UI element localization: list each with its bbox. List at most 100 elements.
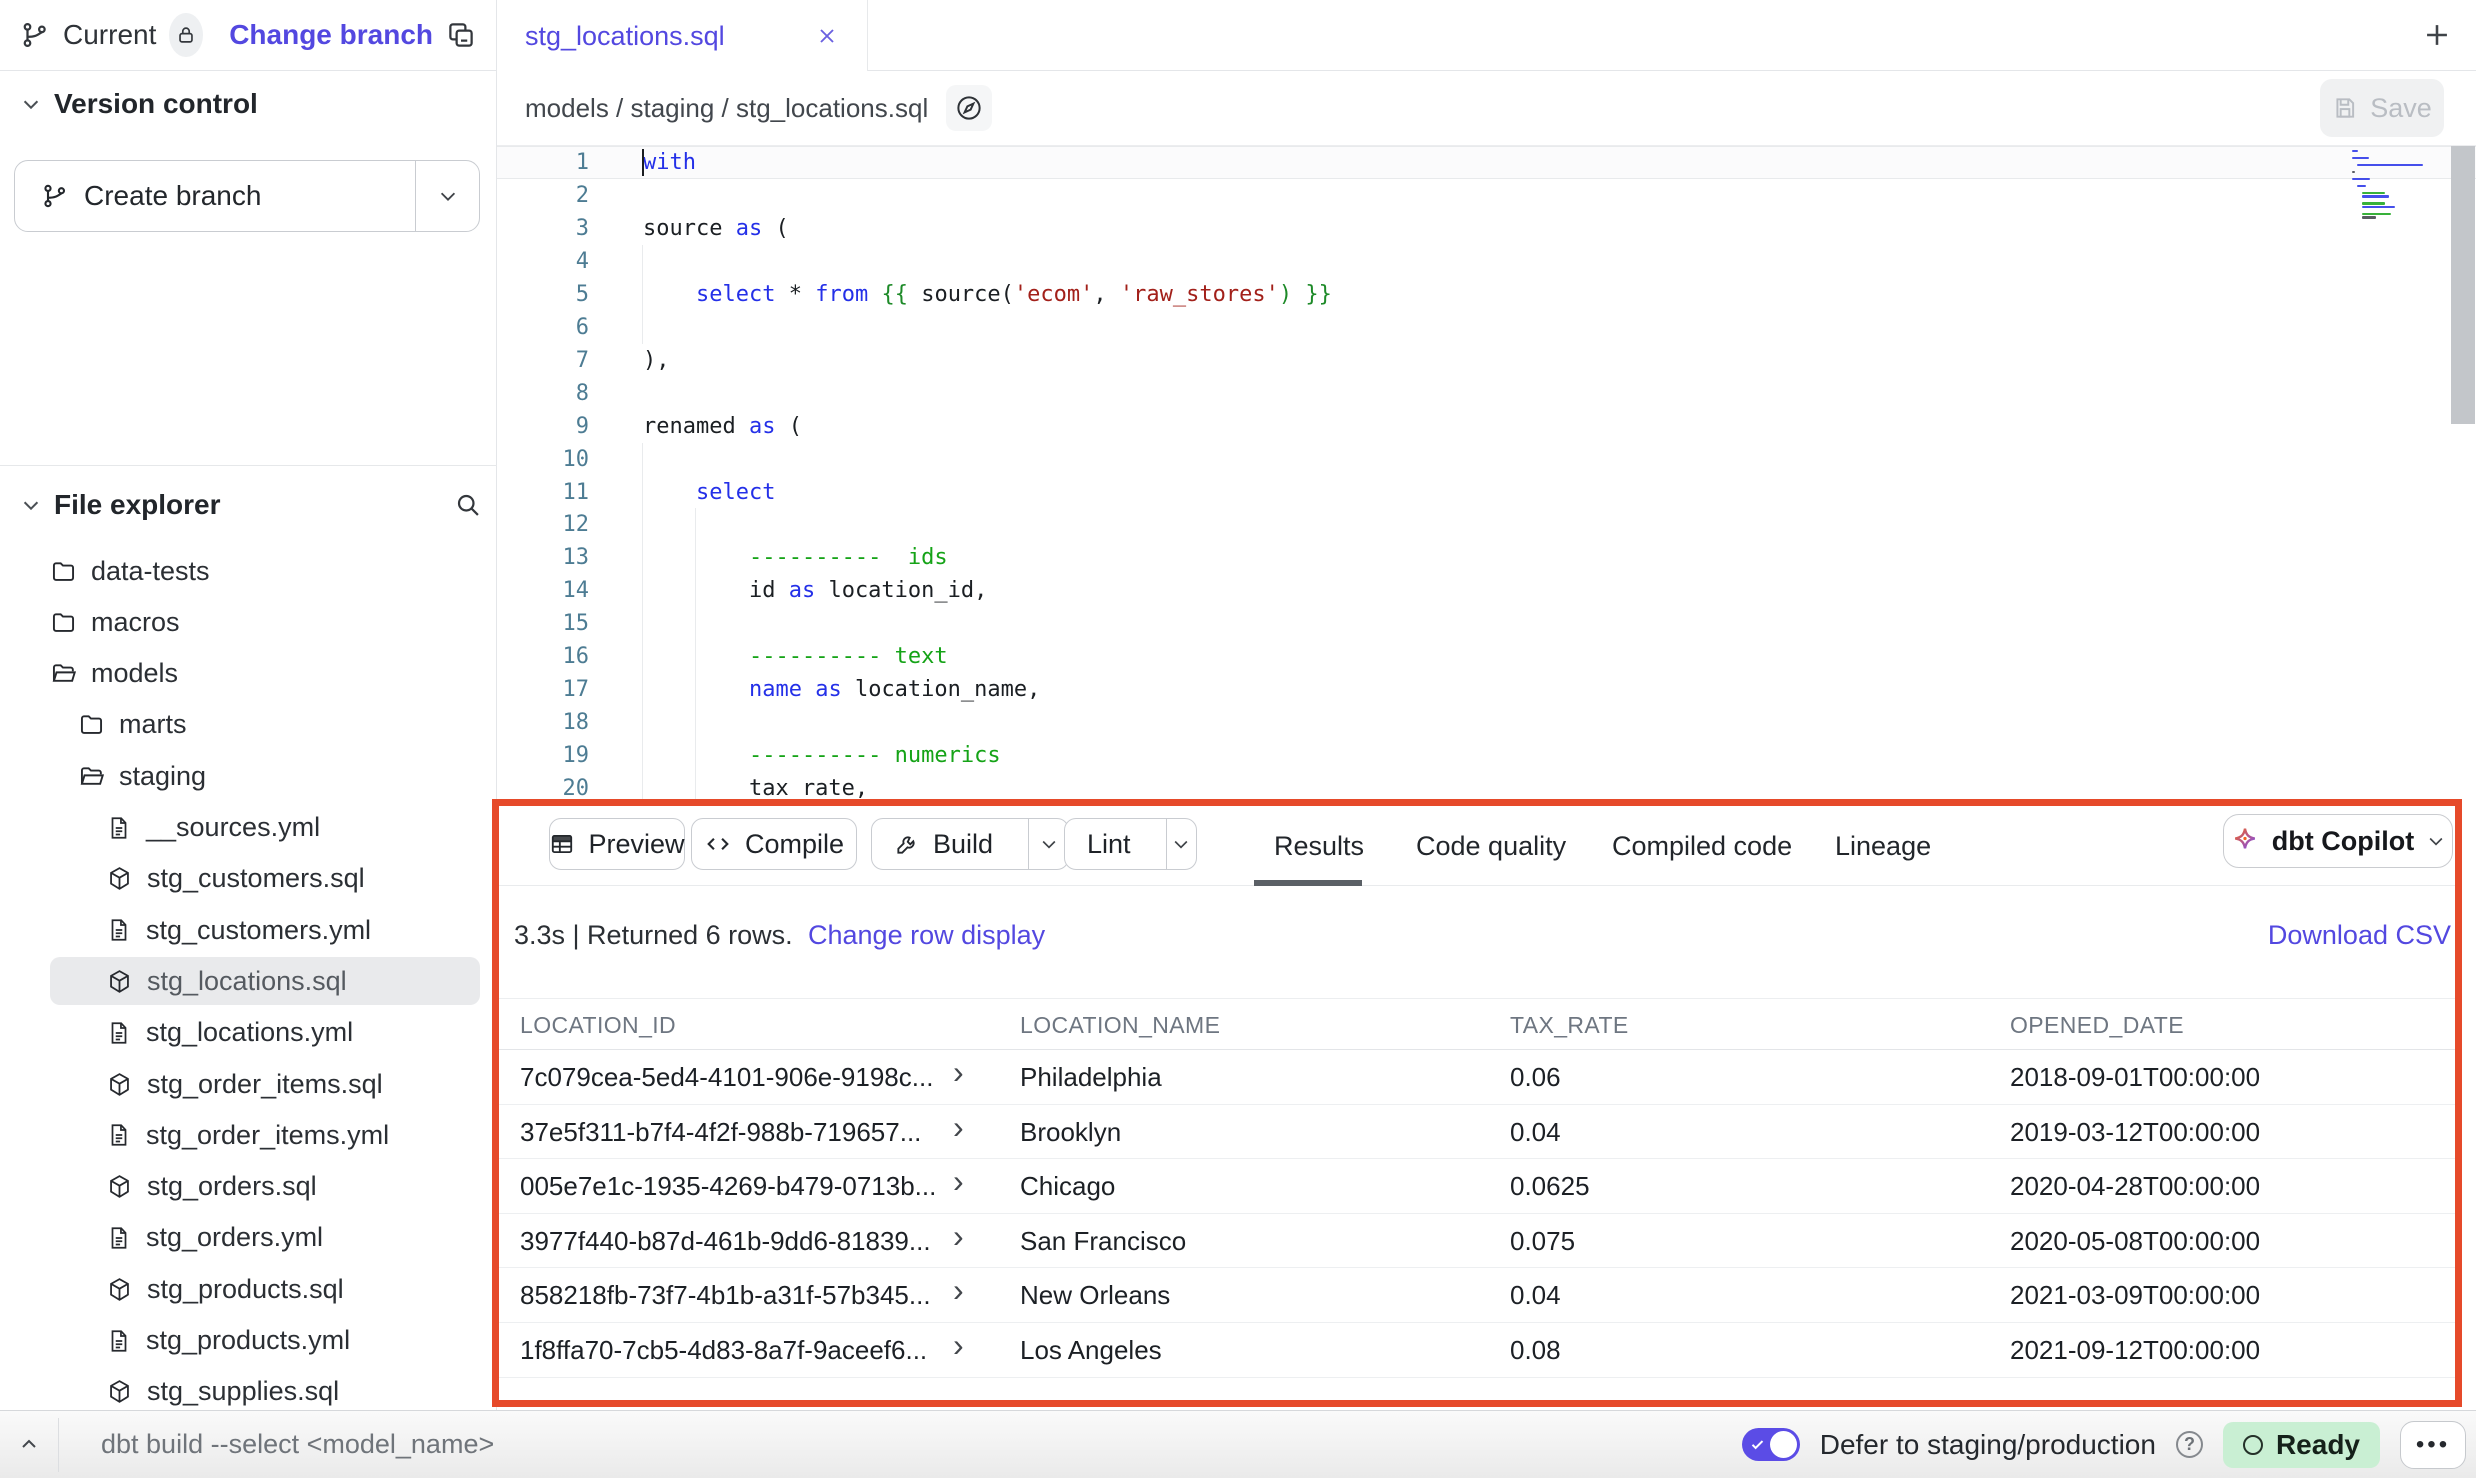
code-line-9[interactable]: 9renamed as ( — [497, 410, 2476, 443]
row-expand-chevron-icon[interactable]: › — [953, 1045, 964, 1100]
preview-button[interactable]: Preview — [549, 818, 685, 870]
column-header-tax_rate[interactable]: TAX_RATE — [1510, 999, 1629, 1051]
chevron-up-icon[interactable] — [0, 1433, 58, 1457]
file-tree-item-marts[interactable]: marts — [50, 701, 480, 749]
code-line-3[interactable]: 3source as ( — [497, 212, 2476, 245]
column-header-location_name[interactable]: LOCATION_NAME — [1020, 999, 1220, 1051]
code-text: renamed as ( — [643, 410, 802, 443]
code-line-13[interactable]: 13 ---------- ids — [497, 541, 2476, 574]
code-line-11[interactable]: 11 select — [497, 476, 2476, 509]
build-button[interactable]: Build — [871, 818, 1069, 870]
column-header-opened_date[interactable]: OPENED_DATE — [2010, 999, 2184, 1051]
file-tree-item-models[interactable]: models — [50, 650, 480, 698]
table-row[interactable]: 858218fb-73f7-4b1b-a31f-57b345...New Orl… — [499, 1268, 2455, 1323]
folder-icon — [78, 711, 105, 738]
tab-lineage[interactable]: Lineage — [1835, 806, 1931, 886]
compile-button[interactable]: Compile — [691, 818, 857, 870]
table-cell: Los Angeles — [1020, 1323, 1162, 1378]
version-control-section-header[interactable]: Version control — [20, 88, 258, 120]
code-line-6[interactable]: 6 — [497, 311, 2476, 344]
row-expand-chevron-icon[interactable]: › — [953, 1100, 964, 1155]
file-tree-item-stg-locations-sql[interactable]: stg_locations.sql — [50, 957, 480, 1005]
copy-icon[interactable] — [446, 20, 476, 50]
file-tree-item-data-tests[interactable]: data-tests — [50, 547, 480, 595]
table-row[interactable]: 1f8ffa70-7cb5-4d83-8a7f-9aceef6...Los An… — [499, 1323, 2455, 1378]
code-line-12[interactable]: 12 — [497, 508, 2476, 541]
table-cell: 2018-09-01T00:00:00 — [2010, 1050, 2260, 1105]
ellipsis-menu-button[interactable]: ••• — [2400, 1421, 2466, 1469]
code-editor[interactable]: 1with23source as (45 select * from {{ so… — [497, 146, 2476, 805]
change-row-display-link[interactable]: Change row display — [808, 902, 1045, 968]
query-status-text: 3.3s | Returned 6 rows. — [514, 902, 793, 968]
lint-dropdown[interactable] — [1166, 819, 1196, 869]
code-line-20[interactable]: 20 tax_rate, — [497, 772, 2476, 805]
create-branch-button[interactable]: Create branch — [14, 160, 480, 232]
code-line-10[interactable]: 10 — [497, 443, 2476, 476]
code-line-19[interactable]: 19 ---------- numerics — [497, 739, 2476, 772]
minimap-line — [2352, 157, 2369, 159]
file-tree-item-stg-orders-sql[interactable]: stg_orders.sql — [50, 1163, 480, 1211]
row-expand-chevron-icon[interactable]: › — [953, 1318, 964, 1373]
code-line-1[interactable]: 1with — [497, 146, 2476, 179]
model-icon — [106, 968, 133, 995]
create-branch-dropdown[interactable] — [415, 161, 479, 231]
code-line-5[interactable]: 5 select * from {{ source('ecom', 'raw_s… — [497, 278, 2476, 311]
download-csv-link[interactable]: Download CSV — [2268, 902, 2451, 968]
indent-guide — [642, 245, 643, 344]
close-icon[interactable] — [815, 24, 839, 48]
git-branch-icon — [41, 182, 69, 210]
file-tree-item-stg-order-items-sql[interactable]: stg_order_items.sql — [50, 1060, 480, 1108]
defer-toggle[interactable] — [1742, 1428, 1800, 1461]
minimap-line — [2352, 178, 2370, 180]
line-number: 14 — [497, 574, 589, 607]
file-tree-item-stg-customers-yml[interactable]: stg_customers.yml — [50, 906, 480, 954]
code-line-18[interactable]: 18 — [497, 706, 2476, 739]
tab-results[interactable]: Results — [1274, 806, 1364, 886]
file-tree-item-stg-products-yml[interactable]: stg_products.yml — [50, 1317, 480, 1365]
tab-stg-locations-sql[interactable]: stg_locations.sql — [497, 0, 868, 72]
column-header-location_id[interactable]: LOCATION_ID — [520, 999, 676, 1051]
dbt-copilot-button[interactable]: dbt Copilot — [2223, 814, 2453, 868]
change-branch-link[interactable]: Change branch — [229, 19, 433, 51]
table-row[interactable]: 005e7e1c-1935-4269-b479-0713b...Chicago0… — [499, 1159, 2455, 1214]
command-input[interactable] — [59, 1411, 1742, 1478]
editor-scrollbar-thumb[interactable] — [2451, 146, 2475, 424]
file-tree-item-label: __sources.yml — [146, 812, 320, 843]
code-line-4[interactable]: 4 — [497, 245, 2476, 278]
new-tab-plus-icon[interactable] — [2420, 18, 2454, 52]
code-line-15[interactable]: 15 — [497, 607, 2476, 640]
line-number: 6 — [497, 311, 589, 344]
table-row[interactable]: 37e5f311-b7f4-4f2f-988b-719657...Brookly… — [499, 1105, 2455, 1160]
search-icon[interactable] — [454, 491, 482, 519]
file-tree-item-stg-order-items-yml[interactable]: stg_order_items.yml — [50, 1111, 480, 1159]
build-dropdown[interactable] — [1028, 819, 1068, 869]
lineage-compass-icon[interactable] — [946, 85, 992, 131]
file-tree-item-stg-customers-sql[interactable]: stg_customers.sql — [50, 855, 480, 903]
table-row[interactable]: 3977f440-b87d-461b-9dd6-81839...San Fran… — [499, 1214, 2455, 1269]
tab-code-quality[interactable]: Code quality — [1416, 806, 1566, 886]
file-tree-item-macros[interactable]: macros — [50, 598, 480, 646]
code-line-14[interactable]: 14 id as location_id, — [497, 574, 2476, 607]
file-tree-item-stg-products-sql[interactable]: stg_products.sql — [50, 1265, 480, 1313]
lint-button[interactable]: Lint — [1064, 818, 1197, 870]
tab-compiled-code[interactable]: Compiled code — [1612, 806, 1792, 886]
file-tree-item-stg-supplies-sql[interactable]: stg_supplies.sql — [50, 1368, 480, 1416]
file-tree-item--sources-yml[interactable]: __sources.yml — [50, 804, 480, 852]
file-tree-item-stg-orders-yml[interactable]: stg_orders.yml — [50, 1214, 480, 1262]
status-badge-ready[interactable]: Ready — [2223, 1422, 2380, 1468]
table-cell: 2020-05-08T00:00:00 — [2010, 1214, 2260, 1269]
help-icon[interactable]: ? — [2176, 1431, 2203, 1458]
code-line-2[interactable]: 2 — [497, 179, 2476, 212]
file-tree-item-staging[interactable]: staging — [50, 752, 480, 800]
save-button[interactable]: Save — [2320, 79, 2444, 137]
row-expand-chevron-icon[interactable]: › — [953, 1263, 964, 1318]
code-line-7[interactable]: 7), — [497, 344, 2476, 377]
code-line-17[interactable]: 17 name as location_name, — [497, 673, 2476, 706]
row-expand-chevron-icon[interactable]: › — [953, 1209, 964, 1264]
file-tree-item-stg-locations-yml[interactable]: stg_locations.yml — [50, 1009, 480, 1057]
table-row[interactable]: 7c079cea-5ed4-4101-906e-9198c...Philadel… — [499, 1050, 2455, 1105]
code-line-16[interactable]: 16 ---------- text — [497, 640, 2476, 673]
code-line-8[interactable]: 8 — [497, 377, 2476, 410]
file-explorer-section-header[interactable]: File explorer — [20, 480, 482, 530]
row-expand-chevron-icon[interactable]: › — [953, 1154, 964, 1209]
